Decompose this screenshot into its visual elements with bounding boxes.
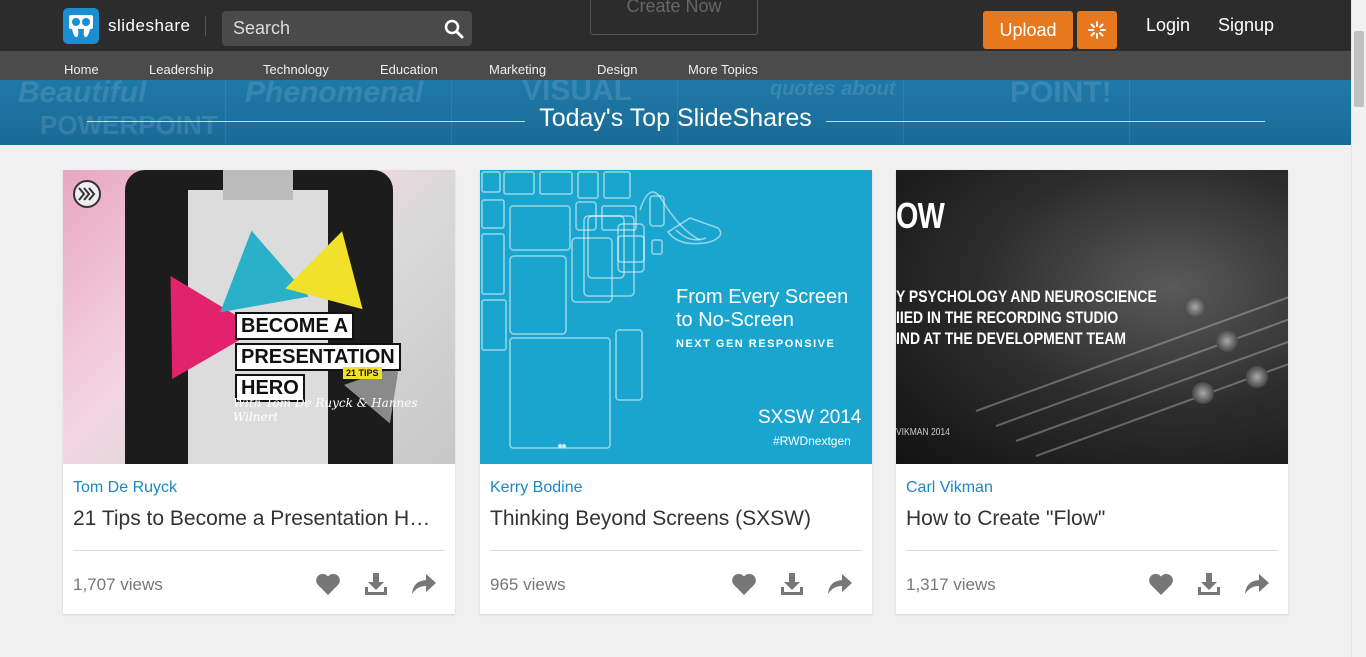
thumb-line: IIED IN THE RECORDING STUDIO xyxy=(896,308,1119,327)
card-divider xyxy=(490,550,862,551)
upload-button[interactable]: Upload xyxy=(983,11,1073,49)
thumb-subtitle: NEXT GEN RESPONSIVE xyxy=(676,338,836,350)
slideshow-card: From Every Screen to No-Screen NEXT GEN … xyxy=(480,170,872,614)
share-icon xyxy=(1245,574,1269,594)
magic-button[interactable] xyxy=(1077,11,1117,49)
banner-rule-left xyxy=(87,121,525,122)
thumb-guitar-peg xyxy=(1246,366,1268,388)
banner-title: Today's Top SlideShares xyxy=(539,104,812,132)
banner-ghost-text: quotes about xyxy=(770,80,896,100)
heart-icon xyxy=(732,573,756,595)
banner-ghost-text: Beautiful xyxy=(18,80,147,109)
search-box xyxy=(222,11,472,46)
view-count: 965 views xyxy=(490,575,566,594)
nav-item-marketing[interactable]: Marketing xyxy=(489,62,546,77)
topic-nav: Home Leadership Technology Education Mar… xyxy=(0,51,1351,80)
nav-item-education[interactable]: Education xyxy=(380,62,438,77)
view-count: 1,317 views xyxy=(906,575,996,594)
banner-ghost-text: Phenomenal xyxy=(245,80,424,109)
thumb-line: Y PSYCHOLOGY AND NEUROSCIENCE xyxy=(896,287,1157,306)
view-count: 1,707 views xyxy=(73,575,163,594)
page-scrollbar[interactable] xyxy=(1351,0,1366,657)
thumb-headline: to No-Screen xyxy=(676,309,794,331)
thumb-signature: With Tom De Ruyck & Hannes Wilnert xyxy=(233,396,418,424)
thumb-hero-text: BECOME A PRESENTATION HERO xyxy=(235,312,401,402)
search-input[interactable] xyxy=(222,11,432,46)
thumb-headline: From Every Screen xyxy=(676,286,849,308)
thumb-credit: VIKMAN 2014 xyxy=(896,427,950,438)
nav-item-design[interactable]: Design xyxy=(597,62,637,77)
slideshare-logo-icon[interactable] xyxy=(63,8,99,44)
author-link[interactable]: Kerry Bodine xyxy=(490,479,583,497)
author-link[interactable]: Carl Vikman xyxy=(906,479,993,497)
banner-ghost-text: POINT! xyxy=(1010,80,1112,109)
banner-ghost-text: POWERPOINT xyxy=(40,110,218,140)
nav-item-home[interactable]: Home xyxy=(64,62,99,77)
share-icon xyxy=(828,574,852,594)
download-icon xyxy=(365,573,387,595)
thumb-collar xyxy=(223,170,293,200)
hero-line: BECOME A xyxy=(235,312,355,340)
share-button[interactable] xyxy=(1243,570,1271,598)
slideshow-thumbnail[interactable]: BECOME A PRESENTATION HERO 21 TIPS With … xyxy=(63,170,455,464)
author-link[interactable]: Tom De Ruyck xyxy=(73,479,177,497)
slideshow-card: OW Y PSYCHOLOGY AND NEUROSCIENCE IIED IN… xyxy=(896,170,1288,614)
slideshow-title[interactable]: 21 Tips to Become a Presentation Hero xyxy=(73,507,438,531)
play-badge-icon xyxy=(73,180,101,208)
slideshow-card: BECOME A PRESENTATION HERO 21 TIPS With … xyxy=(63,170,455,614)
thumb-event: SXSW 2014 xyxy=(758,407,862,428)
nav-item-more-topics[interactable]: More Topics xyxy=(688,62,758,77)
thumb-hashtag: #RWDnextgen xyxy=(773,434,851,448)
thumb-big-text: OW xyxy=(896,195,945,236)
card-divider xyxy=(73,550,445,551)
download-button[interactable] xyxy=(362,570,390,598)
download-button[interactable] xyxy=(1195,570,1223,598)
nav-item-leadership[interactable]: Leadership xyxy=(149,62,213,77)
banner-rule-right xyxy=(826,121,1265,122)
search-icon[interactable] xyxy=(444,19,464,39)
thumb-tips-badge: 21 TIPS xyxy=(343,367,382,379)
brand-divider xyxy=(205,16,206,36)
download-button[interactable] xyxy=(778,570,806,598)
card-divider xyxy=(906,550,1278,551)
top-slideshares-banner: Beautiful POWERPOINT Phenomenal VISUAL q… xyxy=(0,80,1351,145)
download-icon xyxy=(781,573,803,595)
share-icon xyxy=(412,574,436,594)
like-button[interactable] xyxy=(730,570,758,598)
nav-item-technology[interactable]: Technology xyxy=(263,62,329,77)
create-now-ghost: Create Now xyxy=(590,0,758,35)
thumb-guitar-peg xyxy=(1216,330,1238,352)
download-icon xyxy=(1198,573,1220,595)
brand-name[interactable]: slideshare xyxy=(108,16,191,36)
top-bar: Create Now slideshare Upload xyxy=(0,0,1351,51)
heart-icon xyxy=(316,573,340,595)
share-button[interactable] xyxy=(826,570,854,598)
login-link[interactable]: Login xyxy=(1146,15,1190,36)
signup-link[interactable]: Signup xyxy=(1218,15,1274,36)
slideshow-thumbnail[interactable]: OW Y PSYCHOLOGY AND NEUROSCIENCE IIED IN… xyxy=(896,170,1288,464)
like-button[interactable] xyxy=(314,570,342,598)
thumb-line: IND AT THE DEVELOPMENT TEAM xyxy=(896,329,1127,348)
banner-tile xyxy=(1130,80,1351,145)
thumb-guitar-peg xyxy=(1192,382,1214,404)
scrollbar-thumb[interactable] xyxy=(1354,31,1364,107)
slideshow-thumbnail[interactable]: From Every Screen to No-Screen NEXT GEN … xyxy=(480,170,872,464)
slideshow-title[interactable]: Thinking Beyond Screens (SXSW) xyxy=(490,507,855,531)
heart-icon xyxy=(1149,573,1173,595)
slideshow-title[interactable]: How to Create "Flow" xyxy=(906,507,1271,531)
thumb-guitar-peg xyxy=(1184,296,1206,318)
like-button[interactable] xyxy=(1147,570,1175,598)
share-button[interactable] xyxy=(410,570,438,598)
sparkle-icon xyxy=(1088,21,1106,39)
